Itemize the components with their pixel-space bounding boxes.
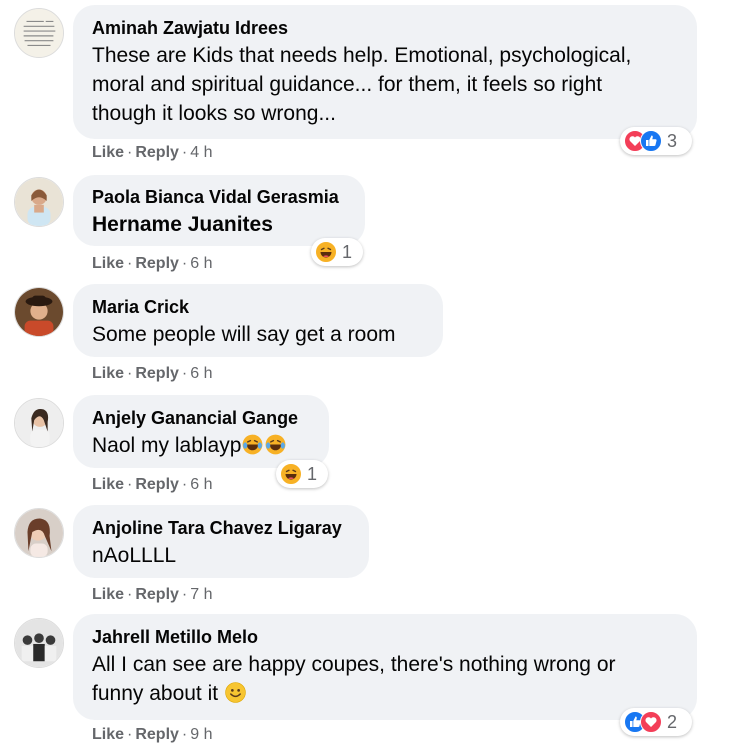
- avatar[interactable]: [14, 398, 64, 448]
- comment-text: Some people will say get a room: [92, 323, 396, 346]
- timestamp[interactable]: 6 h: [190, 255, 212, 272]
- reply-link[interactable]: Reply: [135, 365, 179, 382]
- reply-link[interactable]: Reply: [135, 255, 179, 272]
- comment-actions: Like · Reply · 4 h: [92, 143, 213, 163]
- haha-icon: [280, 463, 302, 485]
- reaction-count: 2: [667, 711, 678, 732]
- comment-bubble: Jahrell Metillo Melo All I can see are h…: [73, 614, 697, 720]
- haha-icon: [315, 241, 337, 263]
- timestamp[interactable]: 6 h: [190, 365, 212, 382]
- comment-line: though it looks so wrong...: [92, 102, 336, 125]
- comment-line: Naol my lablayp: [92, 434, 242, 457]
- like-link[interactable]: Like: [92, 365, 124, 382]
- separator: ·: [127, 726, 133, 743]
- reply-link[interactable]: Reply: [135, 586, 179, 603]
- separator: ·: [181, 476, 188, 493]
- comment-text: Naol my lablayp: [92, 431, 311, 460]
- comment-actions: Like · Reply · 6 h: [92, 364, 213, 384]
- like-link[interactable]: Like: [92, 255, 124, 272]
- comment-bubble: Paola Bianca Vidal Gerasmia Hername Juan…: [73, 175, 365, 246]
- comment-bubble: Anjely Ganancial Gange Naol my lablayp: [73, 395, 329, 468]
- avatar[interactable]: [14, 287, 64, 337]
- comment-bubble: Maria Crick Some people will say get a r…: [73, 284, 443, 357]
- like-link[interactable]: Like: [92, 144, 124, 161]
- separator: ·: [127, 476, 133, 493]
- reply-link[interactable]: Reply: [135, 144, 179, 161]
- separator: ·: [127, 365, 133, 382]
- like-link[interactable]: Like: [92, 586, 124, 603]
- comment-author[interactable]: Paola Bianca Vidal Gerasmia: [92, 186, 347, 208]
- timestamp[interactable]: 9 h: [190, 726, 212, 743]
- avatar[interactable]: [14, 177, 64, 227]
- comment-text: These are Kids that needs help. Emotiona…: [92, 41, 679, 128]
- comment-actions: Like · Reply · 6 h: [92, 475, 213, 495]
- reaction-summary[interactable]: 2: [620, 708, 692, 736]
- reaction-count: 1: [342, 241, 353, 262]
- comment-text: nAoLLLL: [92, 544, 177, 567]
- comment-author[interactable]: Anjoline Tara Chavez Ligaray: [92, 517, 351, 539]
- separator: ·: [181, 365, 188, 382]
- comment-line-wrap: funny about it: [92, 679, 679, 708]
- smile-emoji: [225, 682, 246, 703]
- comment-actions: Like · Reply · 7 h: [92, 585, 213, 605]
- avatar[interactable]: [14, 618, 64, 668]
- avatar[interactable]: [14, 8, 64, 58]
- separator: ·: [127, 586, 133, 603]
- comment-author[interactable]: Jahrell Metillo Melo: [92, 626, 679, 648]
- reaction-summary[interactable]: 3: [620, 127, 692, 155]
- timestamp[interactable]: 7 h: [190, 586, 212, 603]
- comment-line: funny about it: [92, 682, 219, 705]
- reaction-summary[interactable]: 1: [311, 238, 363, 266]
- comment-author[interactable]: Anjely Ganancial Gange: [92, 407, 311, 429]
- comment-line: These are Kids that needs help. Emotiona…: [92, 44, 632, 67]
- reaction-count: 1: [307, 463, 318, 484]
- comment-line: moral and spiritual guidance... for them…: [92, 73, 603, 96]
- love-icon: [640, 711, 662, 733]
- comment-text: All I can see are happy coupes, there's …: [92, 650, 679, 708]
- comment-author[interactable]: Maria Crick: [92, 296, 425, 318]
- comment-actions: Like · Reply · 9 h: [92, 725, 213, 745]
- reaction-summary[interactable]: 1: [276, 460, 328, 488]
- comment-author[interactable]: Aminah Zawjatu Idrees: [92, 17, 679, 39]
- comment-bubble: Aminah Zawjatu Idrees These are Kids tha…: [73, 5, 697, 139]
- reply-link[interactable]: Reply: [135, 726, 179, 743]
- tears-of-joy-emoji: [265, 434, 286, 455]
- comment-line: All I can see are happy coupes, there's …: [92, 653, 616, 676]
- separator: ·: [127, 255, 133, 272]
- reply-link[interactable]: Reply: [135, 476, 179, 493]
- timestamp[interactable]: 6 h: [190, 476, 212, 493]
- tears-of-joy-emoji: [242, 434, 263, 455]
- comment-actions: Like · Reply · 6 h: [92, 254, 213, 274]
- avatar[interactable]: [14, 508, 64, 558]
- like-icon: [640, 130, 662, 152]
- like-link[interactable]: Like: [92, 476, 124, 493]
- separator: ·: [181, 255, 188, 272]
- timestamp[interactable]: 4 h: [190, 144, 212, 161]
- like-link[interactable]: Like: [92, 726, 124, 743]
- reaction-count: 3: [667, 130, 678, 151]
- comment-bubble: Anjoline Tara Chavez Ligaray nAoLLLL: [73, 505, 369, 578]
- comment-text: Hername Juanites: [92, 213, 273, 236]
- separator: ·: [181, 144, 188, 161]
- separator: ·: [127, 144, 133, 161]
- separator: ·: [181, 726, 188, 743]
- separator: ·: [181, 586, 188, 603]
